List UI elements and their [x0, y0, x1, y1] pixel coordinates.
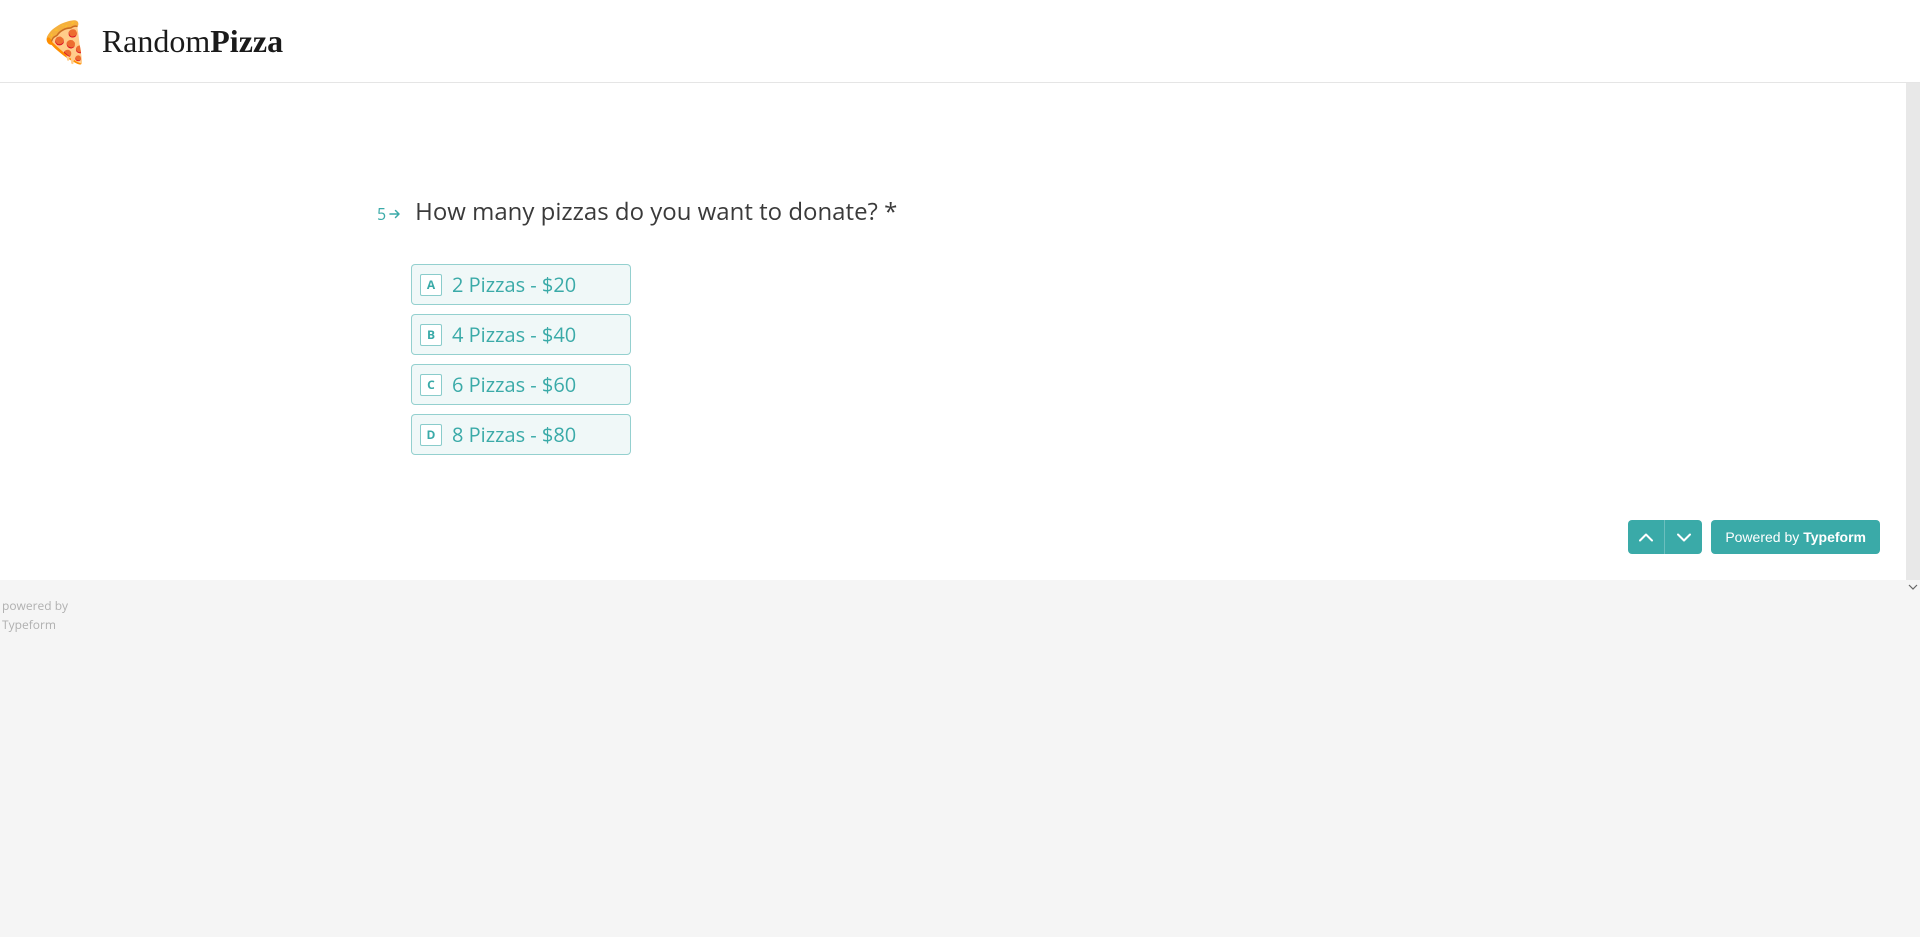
option-d[interactable]: D 8 Pizzas - $80	[411, 414, 631, 455]
logo-text: RandomPizza	[102, 23, 283, 60]
footer-line1: powered by	[2, 596, 1918, 615]
option-a[interactable]: A 2 Pizzas - $20	[411, 264, 631, 305]
powered-by-brand: Typeform	[1803, 529, 1866, 545]
required-marker: *	[884, 195, 897, 228]
chevron-up-icon	[1639, 530, 1653, 545]
powered-by-prefix: Powered by	[1725, 529, 1799, 545]
pizza-icon: 🍕	[40, 21, 90, 61]
footer-line2: Typeform	[2, 615, 1918, 634]
option-key: A	[420, 274, 442, 296]
arrow-right-icon	[389, 209, 401, 219]
powered-by-button[interactable]: Powered by Typeform	[1711, 520, 1880, 554]
logo-suffix: Pizza	[210, 23, 283, 59]
option-label: 2 Pizzas - $20	[452, 271, 576, 298]
option-key: D	[420, 424, 442, 446]
scroll-down-icon[interactable]	[1906, 580, 1920, 594]
footer-powered-by-link[interactable]: powered by Typeform	[2, 596, 1918, 634]
form-area: 5 How many pizzas do you want to donate?…	[0, 83, 1920, 580]
options-list: A 2 Pizzas - $20 B 4 Pizzas - $40 C 6 Pi…	[411, 264, 897, 455]
question-number: 5	[377, 203, 401, 225]
question-text: How many pizzas do you want to donate? *	[415, 195, 897, 228]
form-footer: Powered by Typeform	[1628, 520, 1880, 554]
option-label: 4 Pizzas - $40	[452, 321, 576, 348]
page-footer: powered by Typeform	[0, 580, 1920, 634]
question-text-value: How many pizzas do you want to donate?	[415, 195, 878, 228]
prev-button[interactable]	[1628, 520, 1665, 554]
chevron-down-icon	[1677, 530, 1691, 545]
option-c[interactable]: C 6 Pizzas - $60	[411, 364, 631, 405]
option-label: 6 Pizzas - $60	[452, 371, 576, 398]
nav-buttons	[1628, 520, 1702, 554]
option-key: C	[420, 374, 442, 396]
option-b[interactable]: B 4 Pizzas - $40	[411, 314, 631, 355]
question-row: 5 How many pizzas do you want to donate?…	[377, 195, 897, 228]
next-button[interactable]	[1665, 520, 1702, 554]
option-key: B	[420, 324, 442, 346]
option-label: 8 Pizzas - $80	[452, 421, 576, 448]
form-content: 5 How many pizzas do you want to donate?…	[377, 195, 897, 455]
header: 🍕 RandomPizza	[0, 0, 1920, 83]
question-number-value: 5	[377, 203, 386, 225]
logo-prefix: Random	[102, 23, 210, 59]
logo[interactable]: 🍕 RandomPizza	[40, 21, 283, 61]
